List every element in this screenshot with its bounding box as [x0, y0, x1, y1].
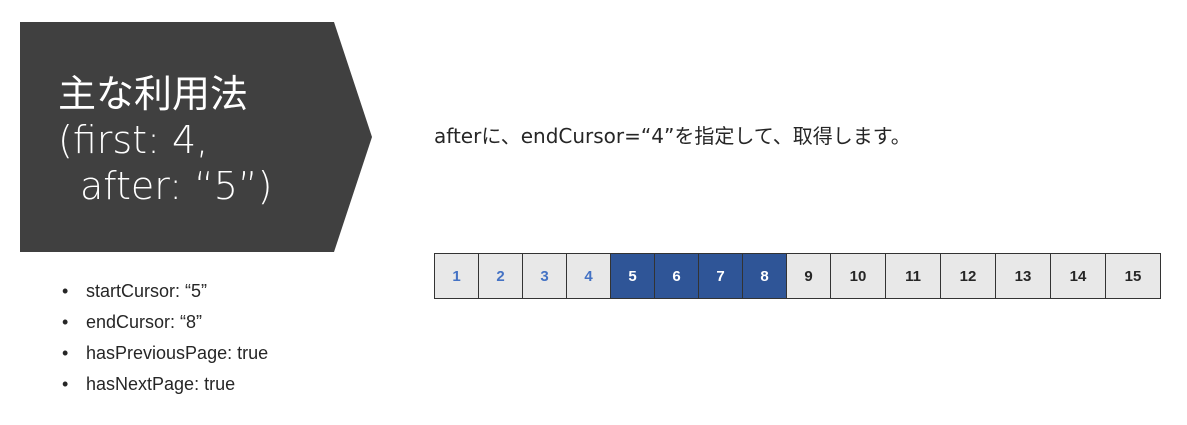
- title-line-3: after: “5”): [80, 164, 273, 208]
- cell-10: 10: [831, 253, 886, 299]
- bullet-text: hasPreviousPage: true: [86, 343, 269, 363]
- bullet-text: startCursor: “5”: [86, 281, 208, 301]
- cell-14: 14: [1051, 253, 1106, 299]
- bullet-marker: •: [62, 343, 69, 363]
- cell-1: 1: [435, 253, 479, 299]
- cell-9: 9: [787, 253, 831, 299]
- cell-2: 2: [479, 253, 523, 299]
- cell-6: 6: [655, 253, 699, 299]
- bullet-end-cursor: • endCursor: “8”: [62, 307, 268, 338]
- description-text: afterに、endCursor=“4”を指定して、取得します。: [434, 124, 911, 148]
- bullet-text: hasNextPage: true: [86, 374, 236, 394]
- title-line-1: 主な利用法: [58, 72, 249, 116]
- bullet-marker: •: [62, 312, 69, 332]
- cell-4: 4: [567, 253, 611, 299]
- title-line-2: (first: 4,: [58, 118, 209, 162]
- bullet-text: endCursor: “8”: [86, 312, 203, 332]
- cell-11: 11: [886, 253, 941, 299]
- bullet-marker: •: [62, 374, 69, 394]
- cell-12: 12: [941, 253, 996, 299]
- page-info-list: • startCursor: “5” • endCursor: “8” • hasPr…: [62, 276, 268, 400]
- cell-5: 5: [611, 253, 655, 299]
- bullet-has-next-page: • hasNextPage: true: [62, 369, 268, 400]
- title-banner: 主な利用法 (first: 4, after: “5”): [20, 22, 372, 252]
- bullet-has-previous-page: • hasPreviousPage: true: [62, 338, 268, 369]
- cell-13: 13: [996, 253, 1051, 299]
- cell-15: 15: [1106, 253, 1161, 299]
- cell-7: 7: [699, 253, 743, 299]
- bullet-start-cursor: • startCursor: “5”: [62, 276, 268, 307]
- bullet-marker: •: [62, 281, 69, 301]
- cell-8: 8: [743, 253, 787, 299]
- cursor-cell-row: 1 2 3 4 5 6 7 8 9 10 11 12 13 14 15: [434, 253, 1161, 299]
- cell-3: 3: [523, 253, 567, 299]
